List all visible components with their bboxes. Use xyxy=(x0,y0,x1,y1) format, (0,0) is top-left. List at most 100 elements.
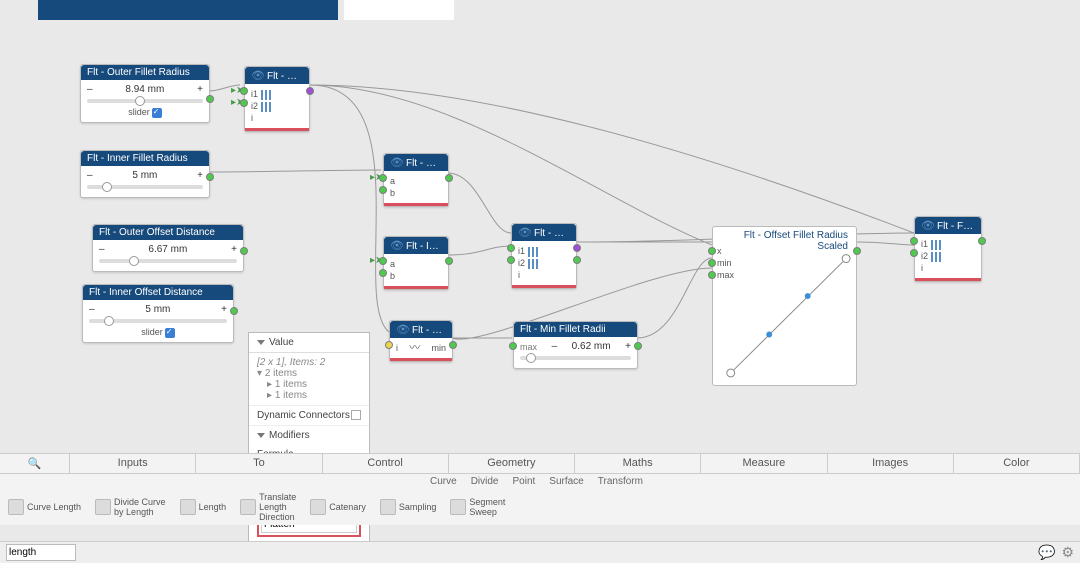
input-port[interactable] xyxy=(910,237,918,245)
output-port[interactable] xyxy=(573,244,581,252)
node-inner-offset-distance[interactable]: Flt - Inner Offset Distance – 5 mm + sli… xyxy=(82,284,234,343)
input-port[interactable] xyxy=(379,186,387,194)
plus-icon[interactable]: + xyxy=(197,170,203,181)
tree-item[interactable]: 1 items xyxy=(275,379,307,390)
slider-track[interactable] xyxy=(99,259,237,263)
visibility-icon[interactable]: 👁 xyxy=(390,240,404,252)
output-port[interactable] xyxy=(978,237,986,245)
input-port[interactable] xyxy=(910,249,918,257)
node-min-fillet-radii[interactable]: Flt - Min Fillet Radii max – 0.62 mm + xyxy=(513,321,638,369)
checkbox-icon[interactable] xyxy=(152,108,162,118)
slider-knob[interactable] xyxy=(135,96,145,106)
subtab-surface[interactable]: Surface xyxy=(549,476,583,487)
output-port[interactable] xyxy=(573,256,581,264)
slider-track[interactable] xyxy=(87,99,203,103)
output-port[interactable] xyxy=(206,95,214,103)
node-outer-fillet-radius[interactable]: Flt - Outer Fillet Radius – 8.94 mm + sl… xyxy=(80,64,210,123)
tab-inputs[interactable]: Inputs xyxy=(70,454,196,473)
plus-icon[interactable]: + xyxy=(231,244,237,255)
output-port[interactable] xyxy=(445,257,453,265)
minus-icon[interactable]: – xyxy=(552,341,558,352)
input-port[interactable] xyxy=(240,87,248,95)
subtab-divide[interactable]: Divide xyxy=(471,476,499,487)
minus-icon[interactable]: – xyxy=(87,170,93,181)
tool-length[interactable]: Length xyxy=(180,499,227,515)
input-port[interactable] xyxy=(507,244,515,252)
remap-graph[interactable] xyxy=(713,227,856,385)
slider-knob[interactable] xyxy=(526,353,536,363)
plus-icon[interactable]: + xyxy=(197,84,203,95)
tool-translate[interactable]: Translate Length Direction xyxy=(240,492,296,522)
slider-knob[interactable] xyxy=(129,256,139,266)
minus-icon[interactable]: – xyxy=(87,84,93,95)
slider-track[interactable] xyxy=(87,185,203,189)
tab-maths[interactable]: Maths xyxy=(575,454,701,473)
input-port[interactable] xyxy=(708,247,716,255)
slider-knob[interactable] xyxy=(102,182,112,192)
input-port[interactable] xyxy=(379,174,387,182)
node-fillet-right[interactable]: 👁Flt - Fillet Ra i1 i2 i xyxy=(914,216,982,282)
input-port[interactable] xyxy=(708,271,716,279)
slider-track[interactable] xyxy=(520,356,631,360)
output-port[interactable] xyxy=(445,174,453,182)
output-port[interactable] xyxy=(206,173,214,181)
tool-segment-sweep[interactable]: Segment Sweep xyxy=(450,497,505,517)
subtab-point[interactable]: Point xyxy=(512,476,535,487)
visibility-icon[interactable]: 👁 xyxy=(396,324,410,336)
tool-curve-length[interactable]: Curve Length xyxy=(8,499,81,515)
search-tab[interactable]: 🔍 xyxy=(0,454,70,473)
subtab-curve[interactable]: Curve xyxy=(430,476,457,487)
input-port[interactable] xyxy=(385,341,393,349)
input-port[interactable] xyxy=(240,99,248,107)
visibility-icon[interactable]: 👁 xyxy=(390,157,404,169)
input-port[interactable] xyxy=(379,269,387,277)
input-port[interactable] xyxy=(379,257,387,265)
output-port[interactable] xyxy=(240,247,248,255)
tab-measure[interactable]: Measure xyxy=(701,454,827,473)
visibility-icon[interactable]: 👁 xyxy=(518,227,532,239)
tool-divide-curve[interactable]: Divide Curve by Length xyxy=(95,497,166,517)
node-offset[interactable]: 👁Flt - Offse i1 i2 i xyxy=(511,223,577,289)
node-inner-fillet-radius[interactable]: Flt - Inner Fillet Radius – 5 mm + xyxy=(80,150,210,198)
plus-icon[interactable]: + xyxy=(625,341,631,352)
visibility-icon[interactable]: 👁 xyxy=(921,220,935,232)
output-port[interactable] xyxy=(853,247,861,255)
slider-track[interactable] xyxy=(89,319,227,323)
output-port[interactable] xyxy=(306,87,314,95)
node-fillet[interactable]: 👁Flt - Fillet i1 i2 i ▸➤ ▸➤ xyxy=(244,66,310,132)
checkbox[interactable] xyxy=(351,410,361,420)
tool-sampling[interactable]: Sampling xyxy=(380,499,437,515)
tree-item[interactable]: 1 items xyxy=(275,390,307,401)
slider-knob[interactable] xyxy=(104,316,114,326)
minus-icon[interactable]: – xyxy=(99,244,105,255)
tree-item[interactable]: 2 items xyxy=(265,368,297,379)
tab-geometry[interactable]: Geometry xyxy=(449,454,575,473)
visibility-icon[interactable]: 👁 xyxy=(251,70,265,82)
node-outer-offset-distance[interactable]: Flt - Outer Offset Distance – 6.67 mm + xyxy=(92,224,244,272)
search-input[interactable] xyxy=(6,544,76,561)
tab-control[interactable]: Control xyxy=(323,454,449,473)
node-min-f[interactable]: 👁Flt - Min F i 〰 min xyxy=(389,320,453,362)
checkbox-icon[interactable] xyxy=(165,328,175,338)
tab-color[interactable]: Color xyxy=(954,454,1080,473)
node-offset-fillet-radius-scaled[interactable]: Flt - Offset Fillet Radius Scaled x min … xyxy=(712,226,857,386)
input-port[interactable] xyxy=(708,259,716,267)
plus-icon[interactable]: + xyxy=(221,304,227,315)
tool-catenary[interactable]: Catenary xyxy=(310,499,366,515)
collapse-icon[interactable] xyxy=(257,340,265,345)
node-inner[interactable]: 👁Flt - Inner a b ▸➤ xyxy=(383,236,449,290)
minus-icon[interactable]: – xyxy=(89,304,95,315)
node-header: 👁Flt - Inner xyxy=(384,237,448,254)
output-port[interactable] xyxy=(634,342,642,350)
output-port[interactable] xyxy=(230,307,238,315)
tab-tools[interactable]: To xyxy=(196,454,322,473)
input-port[interactable] xyxy=(509,342,517,350)
input-port[interactable] xyxy=(507,256,515,264)
output-port[interactable] xyxy=(449,341,457,349)
settings-icon[interactable]: ⚙ xyxy=(1061,544,1074,561)
tab-images[interactable]: Images xyxy=(828,454,954,473)
node-outer[interactable]: 👁Flt - Outer a b ▸➤ xyxy=(383,153,449,207)
collapse-icon[interactable] xyxy=(257,433,265,438)
subtab-transform[interactable]: Transform xyxy=(598,476,643,487)
chat-icon[interactable]: 💬 xyxy=(1038,544,1055,561)
